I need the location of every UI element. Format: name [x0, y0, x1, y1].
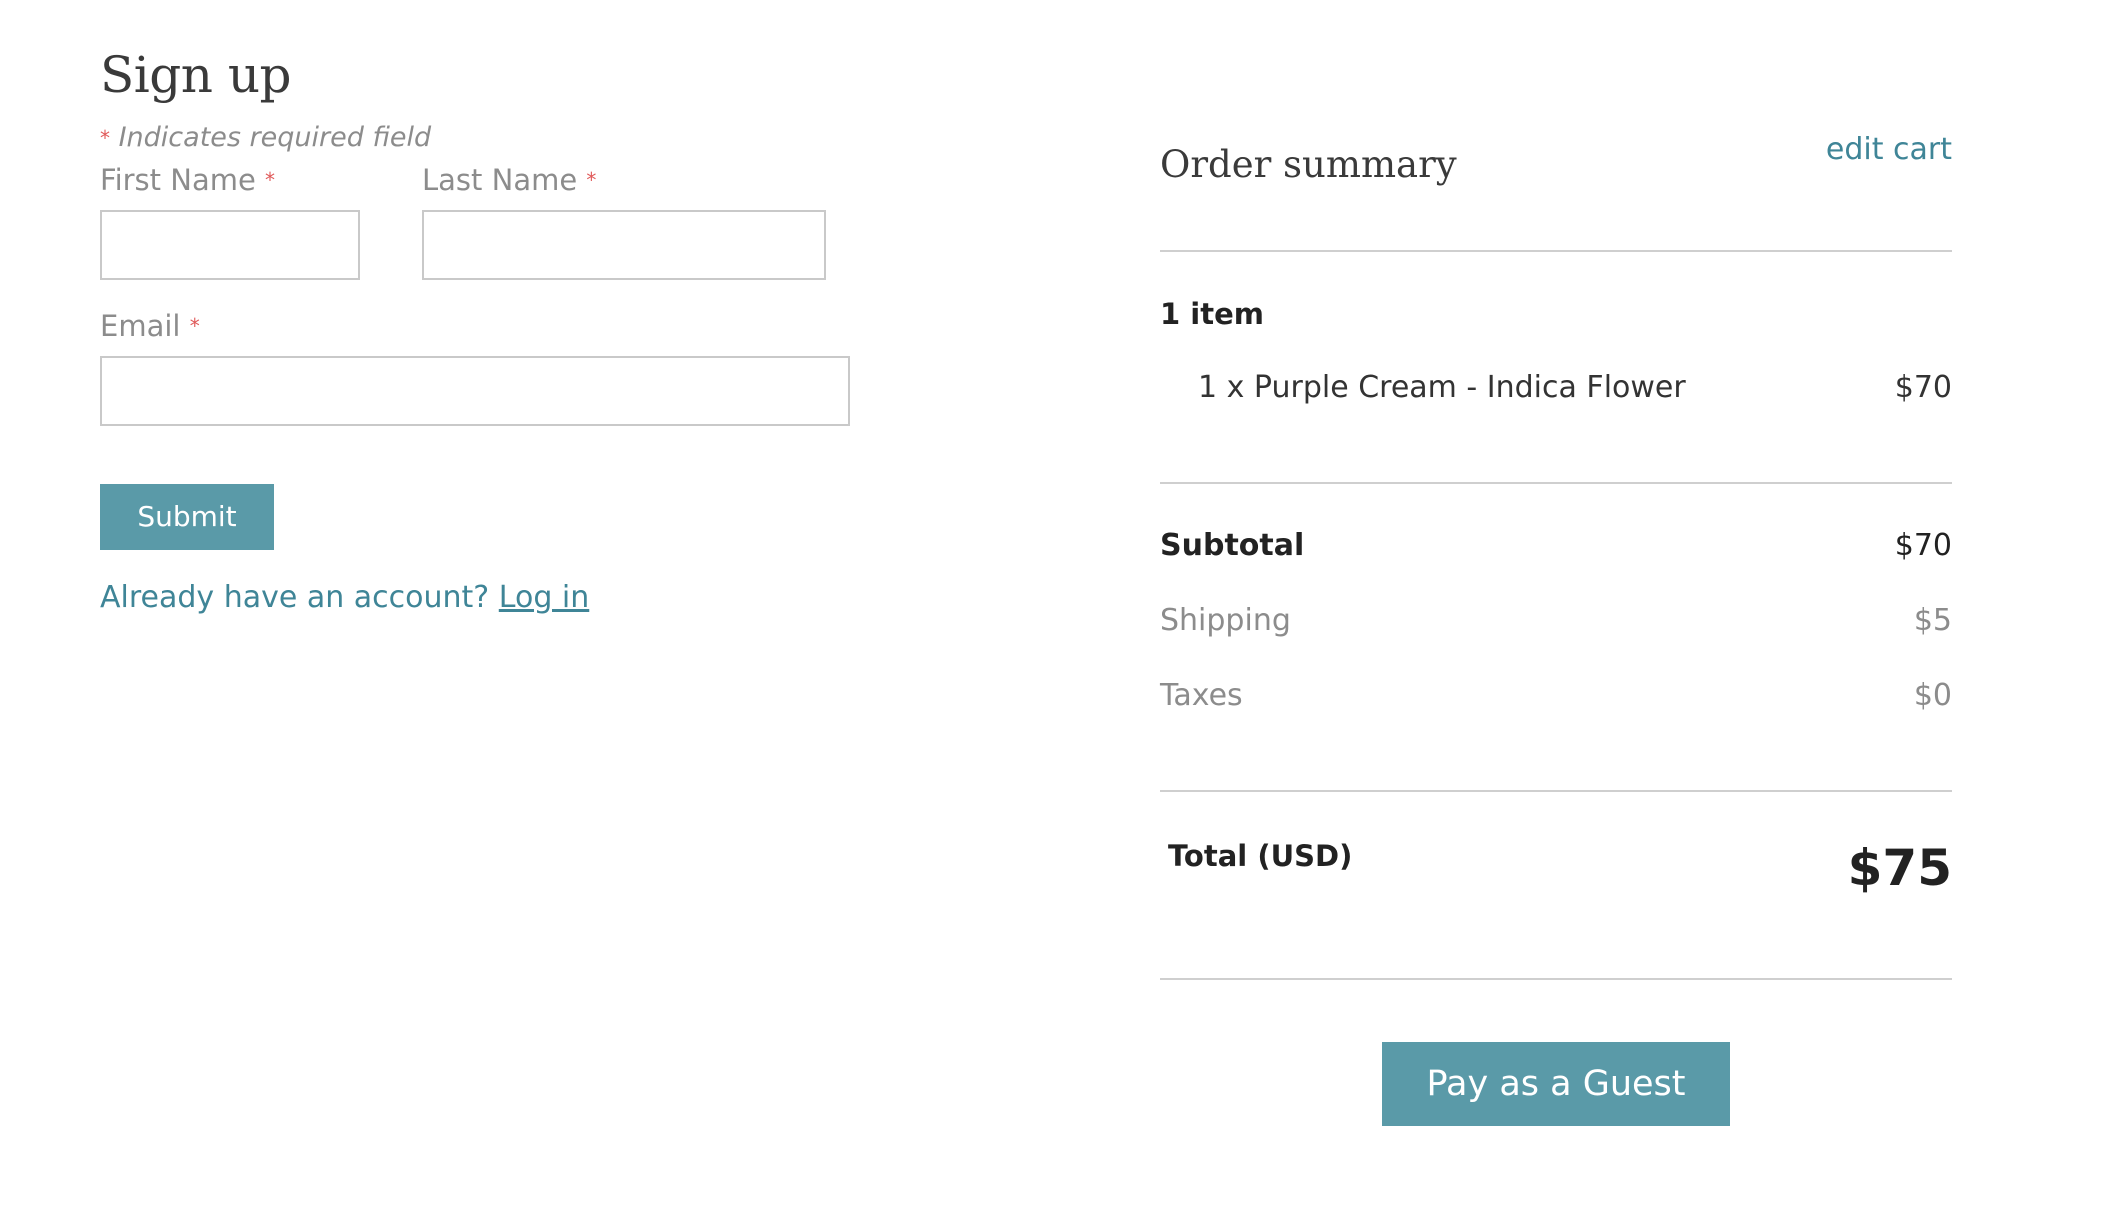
pay-as-guest-button[interactable]: Pay as a Guest	[1382, 1042, 1730, 1126]
email-group: Email *	[100, 306, 860, 426]
required-marker: *	[586, 168, 597, 192]
subtotal-value: $70	[1894, 528, 1952, 563]
taxes-row: Taxes $0	[1160, 676, 1952, 716]
guest-checkout: Pay as a Guest	[1160, 980, 1952, 1140]
item-description: 1 x Purple Cream - Indica Flower	[1198, 370, 1686, 405]
taxes-value: $0	[1913, 678, 1952, 713]
first-name-input[interactable]	[100, 210, 360, 280]
required-marker: *	[265, 168, 276, 192]
edit-cart-link[interactable]: edit cart	[1826, 130, 1952, 170]
order-summary: Order summary edit cart 1 item 1 x Purpl…	[1160, 130, 1952, 1140]
first-name-label: First Name *	[100, 160, 360, 200]
last-name-input[interactable]	[422, 210, 826, 280]
account-prompt-text: Already have an account?	[100, 580, 490, 615]
cost-breakdown: Subtotal $70 Shipping $5 Taxes $0	[1160, 484, 1952, 790]
email-input[interactable]	[100, 356, 850, 426]
last-name-group: Last Name *	[422, 160, 826, 280]
first-name-group: First Name *	[100, 160, 360, 280]
shipping-value: $5	[1913, 603, 1952, 638]
shipping-row: Shipping $5	[1160, 601, 1952, 641]
item-count: 1 item	[1160, 297, 1264, 331]
taxes-label: Taxes	[1160, 678, 1243, 713]
email-label: Email *	[100, 306, 860, 346]
list-item: 1 x Purple Cream - Indica Flower $70	[1198, 368, 1952, 408]
submit-button[interactable]: Submit	[100, 484, 274, 550]
email-label-text: Email	[100, 309, 181, 343]
shipping-label: Shipping	[1160, 603, 1291, 638]
total-row: Total (USD) $75	[1160, 792, 1952, 978]
total-label: Total (USD)	[1168, 839, 1353, 873]
last-name-label: Last Name *	[422, 160, 826, 200]
required-field-note: * Indicates required field	[100, 120, 860, 156]
subtotal-label: Subtotal	[1160, 528, 1305, 563]
subtotal-row: Subtotal $70	[1160, 526, 1952, 566]
signup-form: Sign up * Indicates required field First…	[100, 40, 860, 618]
login-prompt: Already have an account? Log in	[100, 578, 860, 618]
order-summary-header: Order summary edit cart	[1160, 130, 1952, 250]
page-title: Sign up	[100, 46, 292, 104]
login-link[interactable]: Log in	[499, 580, 589, 615]
required-marker: *	[100, 126, 110, 150]
first-name-label-text: First Name	[100, 163, 256, 197]
item-price: $70	[1894, 370, 1952, 405]
name-fields-row: First Name * Last Name *	[100, 160, 860, 280]
required-marker: *	[189, 314, 200, 338]
total-value: $75	[1847, 839, 1952, 897]
last-name-label-text: Last Name	[422, 163, 578, 197]
required-note-text: Indicates required field	[118, 122, 432, 153]
order-summary-title: Order summary	[1160, 143, 1457, 186]
cart-items: 1 item 1 x Purple Cream - Indica Flower …	[1160, 252, 1952, 482]
